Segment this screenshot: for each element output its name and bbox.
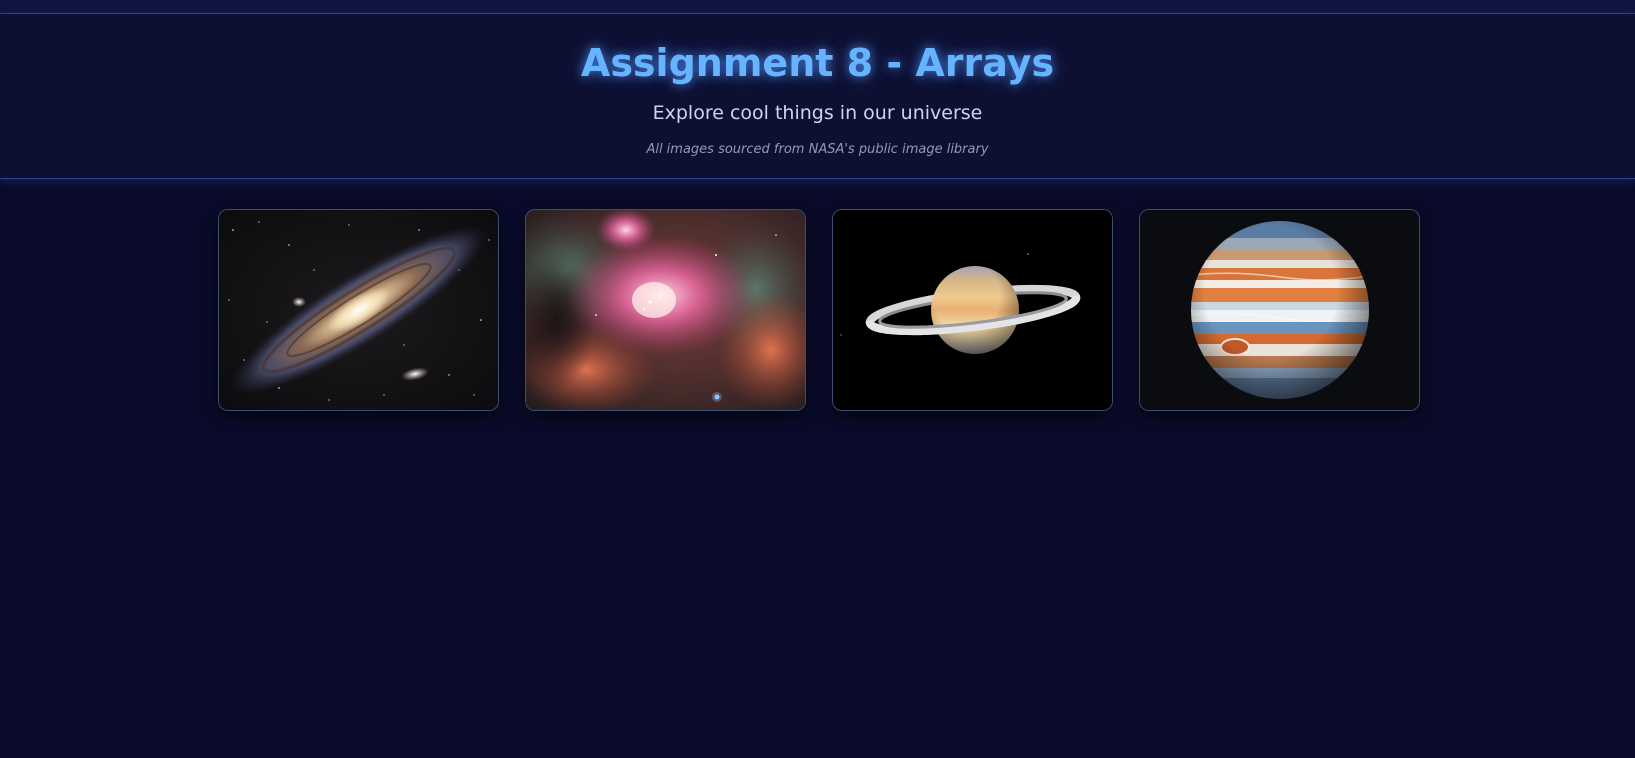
- image-credit: All images sourced from NASA's public im…: [646, 142, 989, 157]
- page-title: Assignment 8 - Arrays: [580, 41, 1055, 85]
- page-subtitle: Explore cool things in our universe: [652, 102, 983, 124]
- image-gallery: [218, 209, 1420, 411]
- gallery-card-jupiter[interactable]: [1139, 209, 1420, 411]
- andromeda-galaxy-image: [219, 210, 498, 410]
- gallery-card-saturn[interactable]: [832, 209, 1113, 411]
- gallery-card-orion-nebula[interactable]: [525, 209, 806, 411]
- orion-nebula-image: [526, 210, 805, 410]
- saturn-image: [833, 210, 1112, 410]
- top-strip: [0, 0, 1635, 14]
- gallery-card-andromeda[interactable]: [218, 209, 499, 411]
- jupiter-image: [1140, 210, 1419, 410]
- page-header: Assignment 8 - Arrays Explore cool thing…: [0, 14, 1635, 179]
